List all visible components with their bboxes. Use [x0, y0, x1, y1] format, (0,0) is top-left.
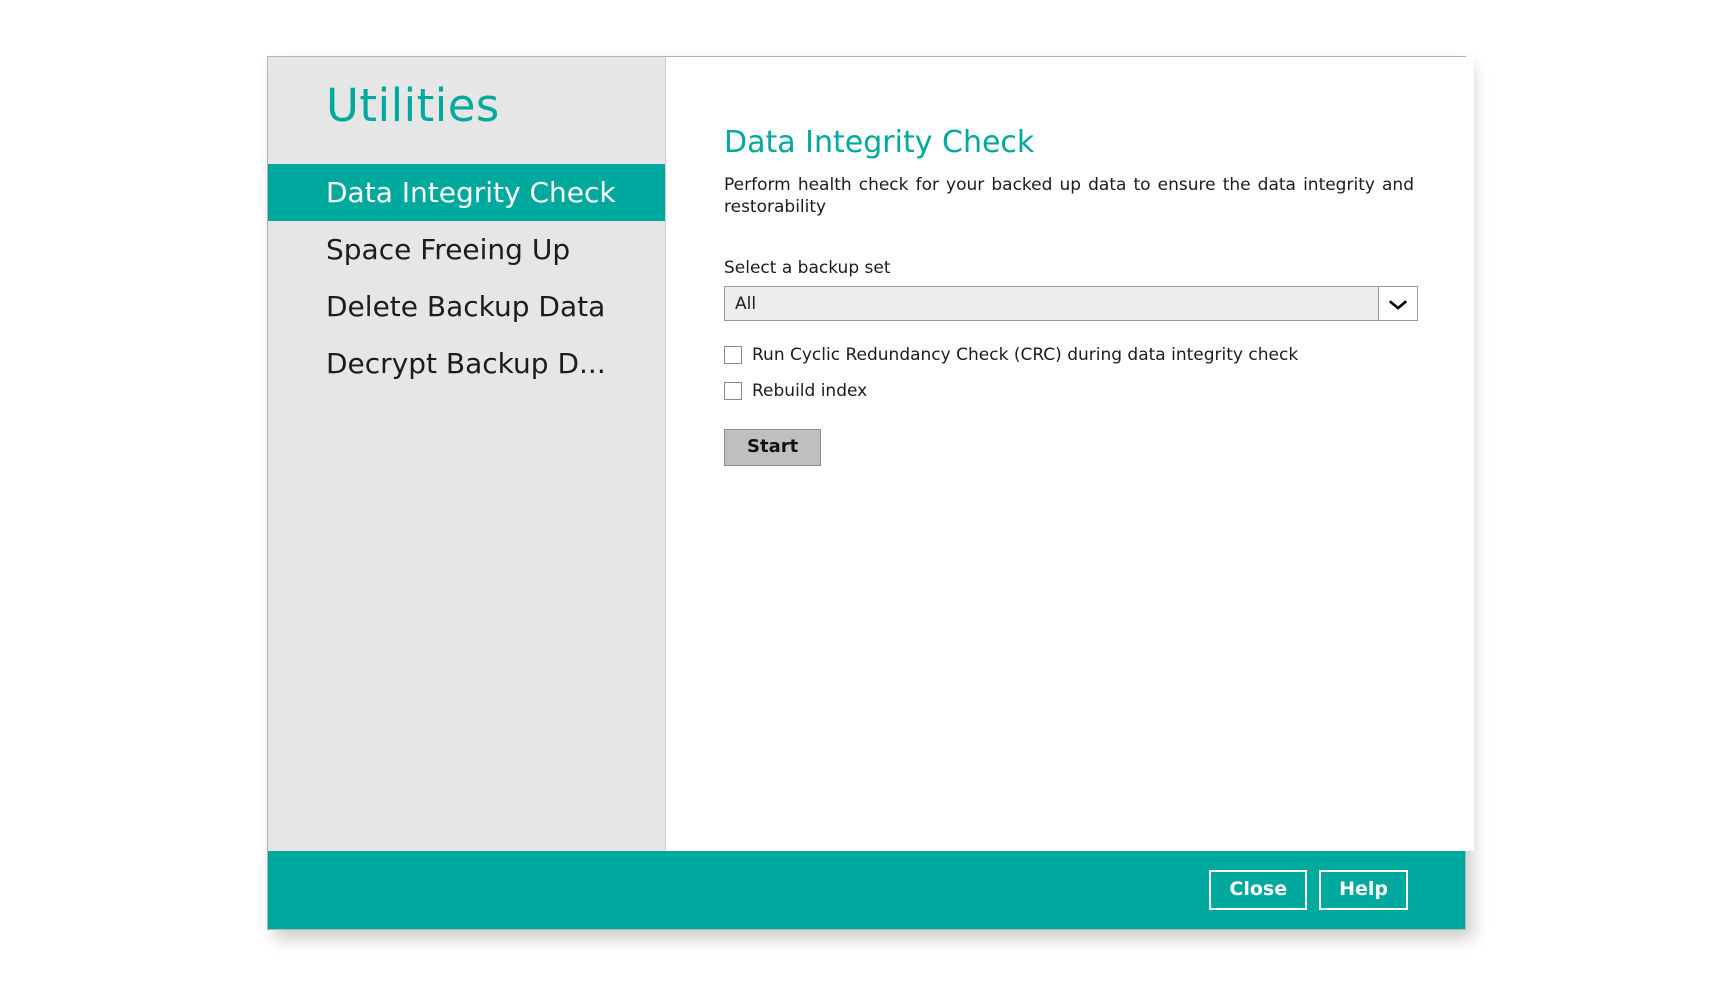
checkbox-row-rebuild-index[interactable]: Rebuild index [724, 381, 867, 401]
sidebar-item-data-integrity-check[interactable]: Data Integrity Check [268, 164, 665, 221]
sidebar-item-label: Data Integrity Check [326, 176, 616, 209]
sidebar-title: Utilities [326, 79, 500, 132]
utilities-dialog-window: Utilities Data Integrity Check Space Fre… [267, 56, 1474, 930]
sidebar-item-label: Decrypt Backup D... [326, 347, 606, 380]
backup-set-label: Select a backup set [724, 258, 891, 279]
close-button[interactable]: Close [1209, 870, 1308, 910]
start-button[interactable]: Start [724, 429, 822, 467]
sidebar-item-delete-backup-data[interactable]: Delete Backup Data [268, 278, 665, 335]
chevron-down-icon[interactable] [1378, 287, 1417, 321]
help-button[interactable]: Help [1319, 870, 1408, 910]
sidebar-item-label: Space Freeing Up [326, 233, 571, 266]
dialog-body: Utilities Data Integrity Check Space Fre… [268, 57, 1474, 851]
sidebar-item-decrypt-backup-data[interactable]: Decrypt Backup D... [268, 335, 665, 392]
sidebar: Utilities Data Integrity Check Space Fre… [268, 57, 666, 851]
checkbox-rebuild-index-label: Rebuild index [752, 381, 868, 402]
page-description: Perform health check for your backed up … [724, 175, 1414, 217]
backup-set-selected-value: All [735, 293, 757, 314]
checkbox-crc-label: Run Cyclic Redundancy Check (CRC) during… [752, 345, 1299, 366]
sidebar-item-label: Delete Backup Data [326, 290, 606, 323]
checkbox-row-crc[interactable]: Run Cyclic Redundancy Check (CRC) during… [724, 345, 1298, 365]
content-pane: Data Integrity Check Perform health chec… [666, 57, 1474, 851]
checkbox-rebuild-index[interactable] [724, 382, 742, 401]
backup-set-select[interactable]: All [724, 286, 1418, 322]
dialog-footer: Close Help [268, 851, 1465, 929]
page-title: Data Integrity Check [724, 125, 1035, 160]
sidebar-item-space-freeing-up[interactable]: Space Freeing Up [268, 221, 665, 278]
checkbox-crc[interactable] [724, 346, 742, 365]
